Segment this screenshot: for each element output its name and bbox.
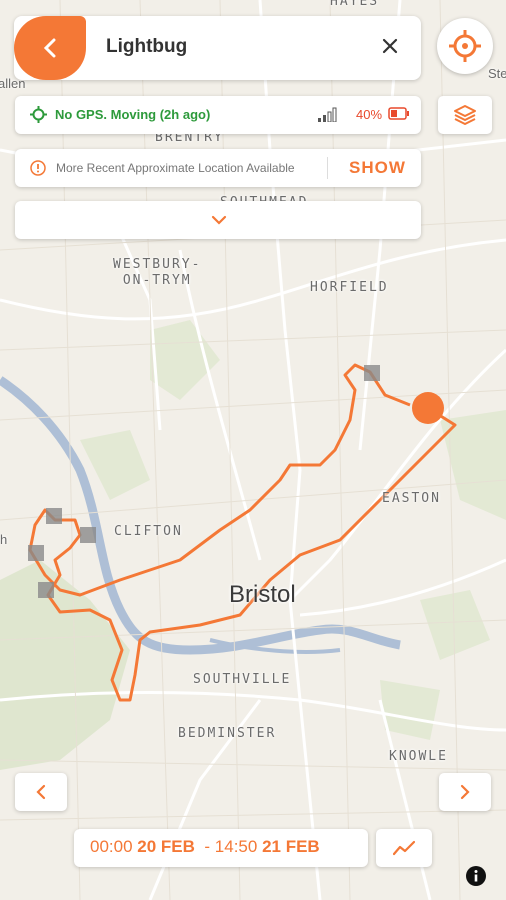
map-label-hayes: HAYES — [330, 0, 380, 9]
location-marker — [28, 545, 44, 561]
expand-panel-button[interactable] — [15, 201, 421, 239]
notice-divider — [327, 157, 328, 179]
close-icon[interactable] — [380, 36, 400, 56]
chevron-right-icon — [460, 784, 470, 800]
map-label-easton: EASTON — [382, 491, 441, 506]
map-label-bristol: Bristol — [229, 581, 296, 608]
chevron-left-icon — [43, 38, 56, 58]
date-separator: - — [204, 837, 211, 856]
map-label-southville: SOUTHVILLE — [193, 672, 292, 687]
end-time: 14:50 — [214, 837, 258, 856]
trend-chart-icon — [393, 840, 415, 856]
layers-button[interactable] — [438, 96, 492, 134]
location-marker — [80, 527, 96, 543]
battery-icon — [388, 107, 409, 120]
map-canvas[interactable] — [0, 0, 506, 900]
battery-percent: 40% — [356, 107, 383, 122]
location-marker — [364, 365, 380, 381]
info-icon — [30, 160, 46, 176]
locate-button[interactable] — [437, 18, 493, 74]
chevron-left-icon — [36, 784, 46, 800]
gps-icon — [30, 106, 47, 123]
map-label-bedminster: BEDMINSTER — [178, 726, 277, 741]
next-button[interactable] — [439, 773, 491, 811]
show-button[interactable]: SHOW — [349, 158, 406, 178]
map-label-h: h — [0, 532, 8, 547]
location-marker — [46, 508, 62, 524]
start-time: 00:00 — [90, 837, 133, 856]
end-date: 21 FEB — [262, 837, 320, 856]
map-label-clifton: CLIFTON — [114, 524, 183, 539]
gps-status-text: No GPS. Moving (2h ago) — [55, 107, 211, 122]
map-label-westbury: WESTBURY- ON-TRYM — [113, 257, 202, 288]
layers-icon — [454, 105, 476, 125]
crosshair-icon — [449, 30, 481, 62]
current-position-marker — [412, 392, 444, 424]
attribution-info-icon[interactable] — [466, 866, 486, 886]
location-marker — [38, 582, 54, 598]
back-button[interactable] — [14, 16, 86, 80]
chart-button[interactable] — [376, 829, 432, 867]
date-range-text: 00:00 20 FEB - 14:50 21 FEB — [90, 837, 320, 857]
map-label-knowle: KNOWLE — [389, 749, 448, 764]
signal-icon — [318, 107, 337, 122]
page-title: Lightbug — [106, 36, 188, 57]
map-label-horfield: HORFIELD — [310, 280, 389, 295]
previous-button[interactable] — [15, 773, 67, 811]
notice-text: More Recent Approximate Location Availab… — [56, 161, 295, 175]
chevron-down-icon — [211, 215, 227, 225]
start-date: 20 FEB — [137, 837, 195, 856]
